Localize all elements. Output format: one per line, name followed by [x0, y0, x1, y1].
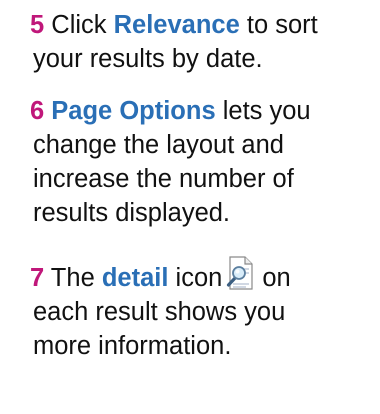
step-6-line-4: results displayed.	[33, 199, 231, 227]
step-5-line-1: 5 Click Relevance to sort	[30, 8, 375, 42]
step-7-line-3: more information.	[33, 332, 232, 360]
step-text: to sort	[239, 11, 318, 39]
step-6-line-3: increase the number of	[33, 165, 294, 193]
detail-keyword: detail	[101, 264, 169, 292]
step-5: 5 Click Relevance to sort your results b…	[30, 8, 375, 76]
step-6-line-2: change the layout and	[33, 131, 284, 159]
page-options-keyword: Page Options	[51, 97, 216, 125]
step-number: 6	[30, 97, 45, 125]
step-text: on	[262, 264, 291, 292]
step-number: 5	[30, 11, 45, 39]
step-6: 6 Page Options lets you change the layou…	[30, 94, 375, 230]
step-text: icon	[168, 264, 223, 292]
step-7-line-2: each result shows you	[33, 298, 286, 326]
step-7: 7 The detail icon on each result shows y…	[30, 256, 375, 363]
step-text: lets you	[215, 97, 311, 125]
step-5-line-2: your results by date.	[33, 45, 263, 73]
step-6-line-1: 6 Page Options lets you	[30, 94, 375, 128]
step-7-line-1: 7 The detail icon on	[30, 256, 375, 295]
detail-magnifier-document-icon	[226, 256, 256, 290]
step-number: 7	[30, 264, 45, 292]
relevance-keyword: Relevance	[113, 11, 240, 39]
step-text: Click	[44, 11, 114, 39]
instruction-steps: 5 Click Relevance to sort your results b…	[30, 8, 375, 363]
step-text: The	[44, 264, 102, 292]
